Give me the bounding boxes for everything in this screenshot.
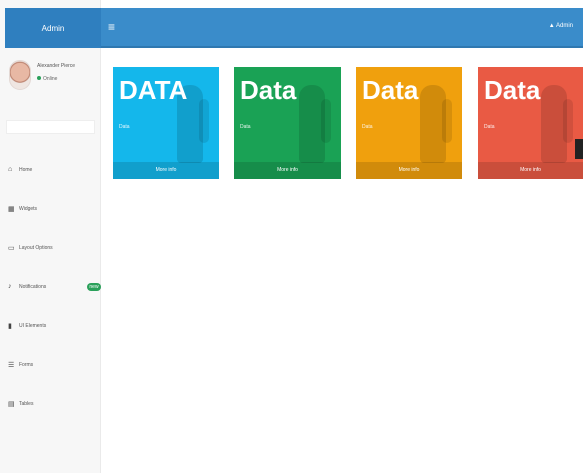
card-more-info-link[interactable]: More info (234, 162, 341, 179)
card-subtitle: Data (362, 124, 373, 130)
top-user-label: Admin (555, 23, 573, 29)
sidebar-search-input[interactable] (6, 120, 95, 134)
sidebar-item-notifications[interactable]: ♪ Notifications new (0, 267, 101, 306)
sidebar-item-tables[interactable]: ▤ Tables (0, 384, 101, 423)
sidebar-item-home[interactable]: ⌂ Home (0, 150, 101, 189)
card-more-info-link[interactable]: More info (478, 162, 583, 179)
sidebar-item-layout[interactable]: ▭ Layout Options (0, 228, 101, 267)
top-navbar: ≡ ▲ Admin (101, 8, 583, 48)
sidebar-item-label: Notifications (19, 283, 47, 290)
brand-label: Admin (41, 23, 65, 33)
top-user-menu[interactable]: ▲ Admin (549, 23, 573, 29)
card-title: Data (240, 75, 297, 105)
app-root: Admin Alexander Pierce Online ⌂ Home ▦ W… (0, 0, 583, 473)
user-status: Online (37, 76, 57, 82)
info-card: Data Data More info (478, 67, 583, 179)
card-title: Data (362, 75, 419, 105)
card-title: Data (484, 75, 541, 105)
info-card: Data Data More info (234, 67, 341, 179)
user-panel: Alexander Pierce Online (0, 48, 101, 120)
sidebar-nav: ⌂ Home ▦ Widgets ▭ Layout Options ♪ Noti… (0, 150, 101, 423)
home-icon: ⌂ (8, 166, 13, 173)
online-dot-icon (37, 76, 41, 80)
card-subtitle: Data (240, 124, 251, 130)
bell-icon: ♪ (8, 283, 12, 290)
sidebar-item-label: Widgets (19, 205, 38, 212)
sidebar-item-forms[interactable]: ☰ Forms (0, 345, 101, 384)
card-more-info-link[interactable]: More info (356, 162, 462, 179)
card-decoration-icon (321, 99, 331, 143)
layout-icon: ▭ (8, 244, 15, 252)
info-card: Data Data More info (356, 67, 462, 179)
sidebar-item-label: Layout Options (19, 244, 53, 251)
card-more-info-link[interactable]: More info (113, 162, 219, 179)
card-subtitle: Data (119, 124, 130, 130)
table-icon: ▤ (8, 400, 15, 408)
sidebar-item-label: Tables (19, 400, 34, 407)
new-badge: new (87, 282, 101, 291)
avatar (9, 60, 31, 90)
hamburger-menu-icon[interactable]: ≡ (108, 21, 118, 33)
grid-icon: ▦ (8, 205, 15, 213)
sidebar-item-ui-elements[interactable]: ▮ UI Elements (0, 306, 101, 345)
sidebar-item-label: UI Elements (19, 322, 47, 329)
sidebar-item-label: Home (19, 166, 33, 173)
user-name: Alexander Pierce (37, 63, 76, 69)
sidebar-item-widgets[interactable]: ▦ Widgets (0, 189, 101, 228)
sidebar-item-label: Forms (19, 361, 34, 368)
sidebar: Admin Alexander Pierce Online ⌂ Home ▦ W… (0, 0, 101, 473)
user-icon: ▲ (548, 23, 556, 29)
card-decoration-icon (199, 99, 209, 143)
brand-logo[interactable]: Admin (5, 8, 101, 48)
card-subtitle: Data (484, 124, 495, 130)
card-title: DATA (119, 75, 188, 105)
card-decoration-icon (442, 99, 452, 143)
card-decoration-icon (563, 99, 573, 143)
form-icon: ☰ (8, 361, 15, 369)
card-edge-tab (575, 139, 583, 159)
phone-icon: ▮ (8, 322, 12, 330)
user-status-label: Online (43, 76, 58, 82)
info-cards: DATA Data More info Data Data More info … (113, 67, 583, 179)
info-card: DATA Data More info (113, 67, 219, 179)
